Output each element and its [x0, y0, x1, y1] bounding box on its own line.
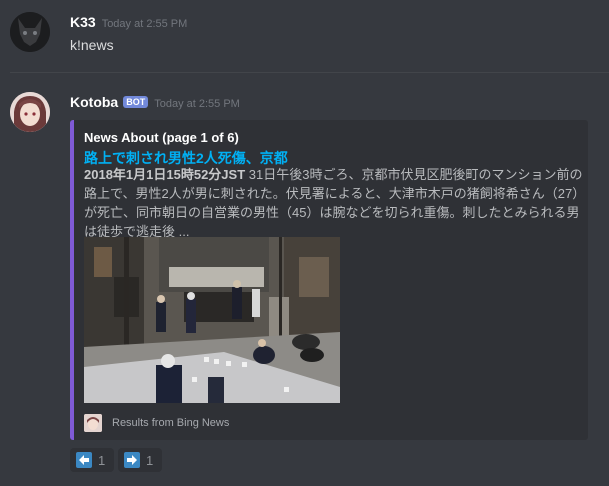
footer-text: Results from Bing News	[112, 417, 230, 429]
timestamp: Today at 2:55 PM	[101, 18, 188, 30]
reaction-prev[interactable]: 1	[70, 448, 114, 472]
username-text[interactable]: Kotoba	[70, 94, 118, 110]
bot-badge: BOT	[123, 96, 149, 108]
embed-date: 2018年1月1日15時52分JST	[84, 167, 246, 182]
footer-icon	[84, 414, 102, 432]
embed-author: News About (page 1 of 6)	[84, 130, 239, 145]
timestamp: Today at 2:55 PM	[154, 98, 240, 110]
reaction-count: 1	[146, 452, 154, 468]
embed-news-photo[interactable]	[84, 237, 340, 403]
username-kotoba[interactable]: Kotoba BOT Today at 2:55 PM	[70, 94, 240, 110]
username-k33[interactable]: K33 Today at 2:55 PM	[70, 14, 187, 30]
username-text[interactable]: K33	[70, 14, 96, 30]
message-kotoba: Kotoba BOT Today at 2:55 PM News About (pa…	[0, 80, 609, 486]
reaction-count: 1	[98, 452, 106, 468]
news-embed: News About (page 1 of 6) 路上で刺され男性2人死傷、京都…	[70, 120, 588, 440]
avatar-kotoba[interactable]	[10, 92, 50, 132]
avatar-k33[interactable]	[10, 12, 50, 52]
reactions-bar: 1 1	[70, 448, 162, 472]
embed-description: 2018年1月1日15時52分JST 31日午後3時ごろ、京都市伏見区肥後町のマ…	[84, 165, 584, 241]
message-divider	[10, 72, 609, 73]
arrow-left-icon	[76, 452, 92, 468]
message-content: k!news	[70, 37, 114, 53]
embed-footer: Results from Bing News	[84, 414, 229, 432]
message-k33: K33 Today at 2:55 PM k!news	[0, 0, 609, 72]
reaction-next[interactable]: 1	[118, 448, 162, 472]
arrow-right-icon	[124, 452, 140, 468]
